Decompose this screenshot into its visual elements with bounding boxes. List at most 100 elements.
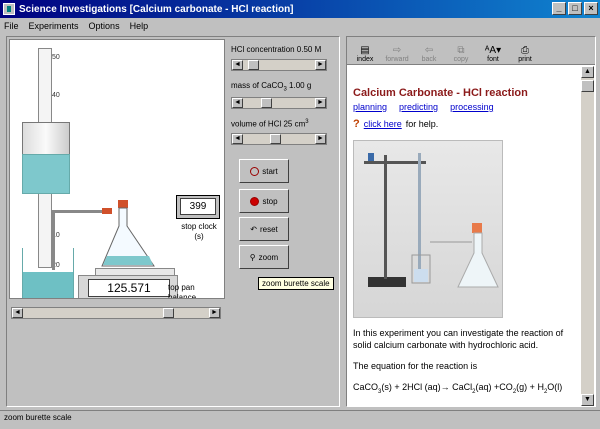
balance-label: top pan balance <box>168 283 218 299</box>
eq-cacl2-state: (aq) <box>475 382 492 392</box>
stop-clock-label: stop clock (s) <box>176 222 222 242</box>
processing-link[interactable]: processing <box>450 102 494 112</box>
hcl-concentration-label: HCl concentration 0.50 M <box>231 45 322 54</box>
start-button-label: start <box>262 166 278 176</box>
start-icon <box>250 166 260 176</box>
stop-clock-label-line: stop clock <box>181 222 217 231</box>
window-title: Science Investigations [Calcium carbonat… <box>19 3 294 15</box>
font-button[interactable]: ᴬA▾ font <box>479 38 507 64</box>
balance-readout: 125.571 <box>88 279 170 297</box>
copy-label: copy <box>453 56 469 63</box>
menu-file[interactable]: File <box>4 21 19 31</box>
caco3-mass-label: mass of CaCO3 1.00 g <box>231 81 311 93</box>
index-button[interactable]: ▤ index <box>351 38 379 64</box>
menu-experiments[interactable]: Experiments <box>29 21 79 31</box>
copy-button[interactable]: ⧉ copy <box>447 38 475 64</box>
eq-cacl2: CaCl <box>452 382 473 392</box>
reset-icon: ↶ <box>250 224 257 234</box>
slider-left-arrow-icon[interactable]: ◄ <box>232 98 243 108</box>
forward-button[interactable]: ⇨ forward <box>383 38 411 64</box>
stop-clock-readout: 399 <box>180 198 216 215</box>
help-panel: ▤ index ⇨ forward ⇦ back ⧉ copy ᴬA▾ font… <box>346 36 596 407</box>
hcl-concentration-slider[interactable]: ◄ ► <box>231 59 327 71</box>
eq-co2-state: (g) + <box>516 382 535 392</box>
menu-bar: File Experiments Options Help <box>0 18 600 34</box>
print-button[interactable]: ⎙ print <box>511 38 539 64</box>
apparatus-view: 50 40 10 0 10 20 30 125.571 top pan bala… <box>9 39 225 299</box>
eq-plus-co2: +CO <box>494 382 513 392</box>
burette-scale-label: 50 <box>52 54 60 61</box>
slider-left-arrow-icon[interactable]: ◄ <box>232 134 243 144</box>
scroll-left-arrow-icon[interactable]: ◄ <box>12 308 23 318</box>
zoom-button[interactable]: ⚲ zoom <box>239 245 289 269</box>
forward-label: forward <box>385 56 409 63</box>
burette-scale-label: 40 <box>52 92 60 99</box>
delivery-tube <box>52 210 104 213</box>
zoom-button-label: zoom <box>258 252 279 262</box>
zoom-tooltip: zoom burette scale <box>258 277 334 290</box>
scroll-right-arrow-icon[interactable]: ► <box>209 308 220 318</box>
conical-flask <box>101 200 155 267</box>
app-icon[interactable] <box>3 3 15 15</box>
click-here-link[interactable]: click here <box>364 119 402 129</box>
planning-link[interactable]: planning <box>353 102 387 112</box>
scrollbar-thumb[interactable] <box>163 308 174 318</box>
forward-arrow-icon: ⇨ <box>392 45 402 56</box>
intro-paragraph: In this experiment you can investigate t… <box>353 328 564 350</box>
slider-left-arrow-icon[interactable]: ◄ <box>232 60 243 70</box>
reset-button[interactable]: ↶ reset <box>239 217 289 241</box>
hcl-volume-label: volume of HCl 25 cm3 <box>231 119 309 129</box>
slider-thumb[interactable] <box>270 134 282 144</box>
view-scrollbar[interactable]: ◄ ► <box>11 307 221 319</box>
slider-right-arrow-icon[interactable]: ► <box>315 134 326 144</box>
close-button[interactable]: × <box>584 2 598 15</box>
equation-intro: The equation for the reaction is <box>353 361 478 371</box>
window-controls: _ □ × <box>552 2 598 15</box>
simulation-panel: 50 40 10 0 10 20 30 125.571 top pan bala… <box>6 36 340 407</box>
back-arrow-icon: ⇦ <box>424 45 434 56</box>
index-icon: ▤ <box>360 45 370 56</box>
topic-links: planning predicting processing <box>353 102 579 112</box>
caco3-mass-slider[interactable]: ◄ ► <box>231 97 327 109</box>
stop-clock-label-line: (s) <box>194 232 204 241</box>
scroll-up-arrow-icon[interactable]: ▲ <box>581 66 594 78</box>
question-icon: ? <box>353 118 360 130</box>
hcl-volume-slider[interactable]: ◄ ► <box>231 133 327 145</box>
balance-label-line: balance <box>168 293 197 299</box>
slider-right-arrow-icon[interactable]: ► <box>315 60 326 70</box>
menu-help[interactable]: Help <box>130 21 149 31</box>
scrollbar-thumb[interactable] <box>581 80 594 92</box>
stop-button[interactable]: stop <box>239 189 289 213</box>
reset-button-label: reset <box>259 224 278 234</box>
help-row: ? click here for help. <box>353 118 579 130</box>
page-title: Calcium Carbonate - HCl reaction <box>353 87 528 99</box>
back-label: back <box>421 56 437 63</box>
cylinder-liquid <box>22 154 70 194</box>
apparatus-photo <box>353 140 503 318</box>
magnifier-icon: ⚲ <box>249 252 256 262</box>
help-toolbar: ▤ index ⇨ forward ⇦ back ⧉ copy ᴬA▾ font… <box>347 37 595 65</box>
caco3-subscript: 3 <box>283 86 287 93</box>
predicting-link[interactable]: predicting <box>399 102 438 112</box>
maximize-button[interactable]: □ <box>568 2 582 15</box>
stop-button-label: stop <box>262 196 278 206</box>
start-button[interactable]: start <box>239 159 289 183</box>
eq-caco3-state: (s) <box>381 382 392 392</box>
help-suffix: for help. <box>405 119 439 129</box>
copy-icon: ⧉ <box>457 45 465 56</box>
slider-right-arrow-icon[interactable]: ► <box>315 98 326 108</box>
slider-thumb[interactable] <box>261 98 273 108</box>
balance-label-line: top pan <box>168 283 195 292</box>
back-button[interactable]: ⇦ back <box>415 38 443 64</box>
status-bar: zoom burette scale <box>0 410 600 425</box>
delivery-tube <box>52 210 55 270</box>
eq-arrow: → <box>440 382 450 392</box>
eq-caco3: CaCO <box>353 382 379 392</box>
eq-plus-hcl: + 2HCl (aq) <box>394 382 441 392</box>
scroll-down-arrow-icon[interactable]: ▼ <box>581 394 594 406</box>
menu-options[interactable]: Options <box>89 21 120 31</box>
eq-h2o-rest: O(l) <box>547 382 563 392</box>
slider-thumb[interactable] <box>247 60 259 70</box>
help-scrollbar[interactable]: ▲ ▼ <box>581 66 594 406</box>
minimize-button[interactable]: _ <box>552 2 566 15</box>
